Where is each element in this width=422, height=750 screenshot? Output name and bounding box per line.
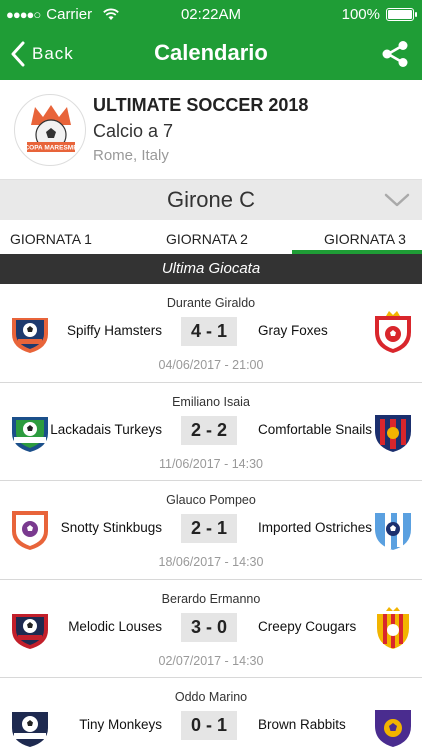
- away-team: Comfortable Snails: [258, 421, 373, 437]
- round-tabs: GIORNATA 1 GIORNATA 2 GIORNATA 3: [0, 220, 422, 254]
- fc-united-crest-icon: [12, 613, 48, 649]
- tournament-logo: COPA MARESME: [14, 94, 86, 166]
- striped-shield-crest-icon: [375, 414, 411, 452]
- score-box: 0 - 1: [181, 711, 237, 740]
- match-row[interactable]: Glauco Pompeo Snotty Stinkbugs 2 - 1 Imp…: [0, 481, 422, 580]
- home-team: Tiny Monkeys: [79, 717, 162, 732]
- soccer-club-crest-icon: [12, 712, 48, 747]
- away-team: Creepy Cougars: [258, 618, 357, 634]
- match-row[interactable]: Emiliano Isaia Lackadais Turkeys 2 - 2 C…: [0, 382, 422, 481]
- match-row[interactable]: Durante Giraldo Spiffy Hamsters 4 - 1 Gr…: [0, 284, 422, 383]
- shield-ball-crest-icon: [12, 511, 48, 550]
- purple-shield-crest-icon: [375, 710, 411, 747]
- share-icon[interactable]: [380, 39, 410, 69]
- yellow-red-crest-icon: [377, 606, 409, 649]
- group-selector[interactable]: Girone C: [0, 180, 422, 220]
- score-box: 2 - 2: [181, 415, 237, 445]
- tournament-type: Calcio a 7: [93, 121, 174, 141]
- match-date: 02/07/2017 - 14:30: [158, 653, 264, 668]
- fc-united-crest-icon: [12, 318, 48, 353]
- home-team: Snotty Stinkbugs: [60, 520, 162, 535]
- tab-giornata-2[interactable]: GIORNATA 2: [166, 220, 276, 254]
- match-row[interactable]: Oddo Marino Tiny Monkeys 0 - 1 Brown Rab…: [0, 678, 422, 750]
- score-box: 2 - 1: [181, 514, 237, 543]
- chevron-down-icon: [384, 193, 410, 207]
- home-team: Spiffy Hamsters: [66, 323, 162, 338]
- home-team: Lackadais Turkeys: [50, 421, 162, 437]
- match-date: 04/06/2017 - 21:00: [158, 358, 264, 372]
- page-title: Calendario: [154, 40, 268, 65]
- referee-name: Oddo Marino: [174, 690, 248, 704]
- score-box: 4 - 1: [181, 317, 237, 346]
- status-bar: ●●●●○ Carrier 02:22AM 100%: [0, 0, 422, 28]
- referee-name: Glauco Pompeo: [166, 493, 256, 507]
- home-team: Melodic Louses: [68, 618, 162, 634]
- referee-name: Berardo Ermanno: [161, 591, 261, 606]
- match-list: Durante Giraldo Spiffy Hamsters 4 - 1 Gr…: [0, 284, 422, 750]
- referee-name: Durante Giraldo: [166, 296, 256, 310]
- group-label: Girone C: [166, 187, 256, 212]
- away-team: Imported Ostriches: [258, 520, 373, 535]
- tournament-location: Rome, Italy: [93, 147, 169, 164]
- soccer-crest-icon: [12, 416, 48, 452]
- match-date: 11/06/2017 - 14:30: [158, 456, 264, 471]
- score-box: 3 - 0: [181, 612, 237, 642]
- tab-giornata-1[interactable]: GIORNATA 1: [10, 220, 110, 254]
- red-shield-crest-icon: [375, 311, 411, 353]
- tab-giornata-3[interactable]: GIORNATA 3: [292, 220, 422, 254]
- svg-text:COPA MARESME: COPA MARESME: [24, 145, 78, 152]
- away-team: Gray Foxes: [258, 323, 328, 338]
- battery-icon: [386, 8, 417, 21]
- away-team: Brown Rabbits: [258, 717, 346, 732]
- battery-percent: 100%: [341, 5, 380, 23]
- referee-name: Emiliano Isaia: [172, 394, 250, 409]
- match-row[interactable]: Berardo Ermanno Melodic Louses 3 - 0 Cre…: [0, 579, 422, 678]
- blue-white-shield-crest-icon: [375, 513, 411, 550]
- match-date: 18/06/2017 - 14:30: [158, 555, 264, 569]
- section-header: Ultima Giocata: [0, 254, 422, 284]
- tournament-header: COPA MARESME ULTIMATE SOCCER 2018 Calcio…: [0, 80, 422, 180]
- tournament-name: ULTIMATE SOCCER 2018: [93, 95, 309, 115]
- nav-bar: Back Calendario: [0, 28, 422, 80]
